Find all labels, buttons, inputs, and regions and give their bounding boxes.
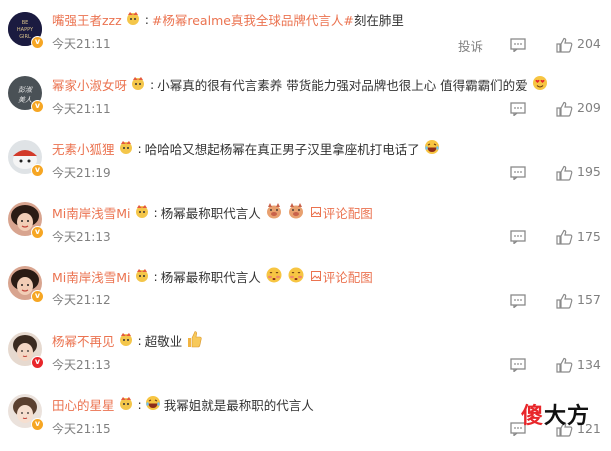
comment-time: 今天21:11: [52, 37, 111, 51]
comment-username[interactable]: 无素小狐狸: [52, 139, 115, 158]
like-count: 175: [577, 229, 601, 244]
verified-badge-icon: v: [31, 290, 44, 303]
thumbs-up-icon[interactable]: [556, 229, 573, 245]
comment-username[interactable]: 田心的星星: [52, 395, 115, 414]
crown-badge-icon: [130, 76, 146, 93]
watermark-char-red: 傻: [521, 404, 545, 429]
watermark-logo: 傻大方: [521, 398, 590, 430]
thumbs-up-emoji-icon: [186, 330, 202, 351]
comment-text: 超敬业: [144, 333, 183, 349]
comment-time: 今天21:11: [52, 102, 111, 116]
comment-line: 幂家小淑女呀 : 小幂真的很有代言素养 带货能力强对品牌也很上心 值得霸霸们的爱: [52, 75, 548, 93]
like-count: 134: [577, 357, 601, 372]
comment-icon[interactable]: [510, 102, 526, 116]
comment-separator: :: [144, 11, 149, 27]
comment-text: 杨幂最称职代言人: [160, 205, 261, 221]
comment-text: 我幂姐就是最称职的代言人: [163, 397, 314, 413]
svg-text:美人: 美人: [18, 96, 32, 104]
comment-item: v 无素小狐狸 : 哈哈哈又想起杨幂在真正男子汉里拿座机打电话了 今天21:19…: [0, 128, 611, 192]
comment-icon[interactable]: [510, 294, 526, 308]
image-icon: [310, 207, 321, 217]
svg-text:GIRL: GIRL: [19, 34, 31, 40]
comment-time: 今天21:19: [52, 166, 111, 180]
comment-text: 小幂真的很有代言素养 带货能力强对品牌也很上心 值得霸霸们的爱: [157, 77, 528, 93]
comment-icon[interactable]: [510, 358, 526, 372]
laughing-emoji-icon: [424, 139, 440, 158]
comment-line: 杨幂不再见 : 超敬业: [52, 330, 202, 351]
comment-line: Mi南岸浅雪Mi : 杨幂最称职代言人 评论配图: [52, 202, 373, 223]
svg-text:彭淑: 彭淑: [18, 86, 33, 94]
like-count: 157: [577, 292, 601, 307]
comment-line: 无素小狐狸 : 哈哈哈又想起杨幂在真正男子汉里拿座机打电话了: [52, 139, 440, 157]
comment-item: v Mi南岸浅雪Mi : 杨幂最称职代言人 评论配图 今天21:13 175: [0, 192, 611, 256]
comment-time: 今天21:13: [52, 358, 111, 372]
verified-badge-icon: v: [31, 356, 44, 369]
pig-emoji-icon: [287, 202, 305, 223]
shy-emoji-icon: [287, 266, 305, 287]
comment-line: 田心的星星 : 我幂姐就是最称职的代言人: [52, 395, 314, 413]
crown-badge-icon: [118, 140, 134, 157]
verified-badge-icon: v: [31, 164, 44, 177]
topic-link[interactable]: #杨幂realme真我全球品牌代言人#: [152, 10, 354, 29]
comment-icon[interactable]: [510, 230, 526, 244]
comment-item: v 田心的星星 : 我幂姐就是最称职的代言人 今天21:15 121: [0, 384, 611, 448]
verified-badge-icon: v: [31, 226, 44, 239]
svg-text:HAPPY: HAPPY: [17, 27, 34, 33]
comment-item: 彭淑美人 v 幂家小淑女呀 : 小幂真的很有代言素养 带货能力强对品牌也很上心 …: [0, 64, 611, 128]
comment-time: 今天21:12: [52, 293, 111, 307]
verified-badge-icon: v: [31, 36, 44, 49]
heart-eyes-emoji-icon: [532, 75, 548, 94]
like-count: 209: [577, 100, 601, 115]
comment-text: 哈哈哈又想起杨幂在真正男子汉里拿座机打电话了: [144, 141, 420, 157]
image-icon: [310, 271, 321, 281]
comment-username[interactable]: 杨幂不再见: [52, 331, 115, 350]
comment-time: 今天21:15: [52, 422, 111, 436]
thumbs-up-icon[interactable]: [556, 165, 573, 181]
comment-icon[interactable]: [510, 38, 526, 52]
comment-separator: :: [137, 396, 142, 412]
like-count: 204: [577, 36, 601, 51]
thumbs-up-icon[interactable]: [556, 101, 573, 117]
comment-image-label: 评论配图: [322, 205, 373, 221]
comment-line: Mi南岸浅雪Mi : 杨幂最称职代言人 评论配图: [52, 267, 373, 285]
watermark-chars-black: 大方: [544, 404, 591, 429]
laughing-emoji-icon: [145, 395, 161, 414]
comment-separator: :: [137, 332, 142, 348]
pig-emoji-icon: [265, 202, 283, 223]
comment-separator: :: [153, 204, 158, 220]
comment-username[interactable]: 幂家小淑女呀: [52, 75, 127, 94]
comment-image-link[interactable]: 评论配图: [310, 203, 373, 222]
comment-username[interactable]: 嘴强王者zzz: [52, 10, 122, 29]
verified-badge-icon: v: [31, 418, 44, 431]
comment-item: v 杨幂不再见 : 超敬业 今天21:13 134: [0, 320, 611, 384]
comment-separator: :: [153, 268, 158, 284]
comment-time: 今天21:13: [52, 230, 111, 244]
comment-image-link[interactable]: 评论配图: [310, 267, 373, 286]
thumbs-up-icon[interactable]: [556, 357, 573, 373]
crown-badge-icon: [134, 204, 150, 221]
comment-icon[interactable]: [510, 166, 526, 180]
comment-username[interactable]: Mi南岸浅雪Mi: [52, 267, 131, 286]
verified-badge-icon: v: [31, 100, 44, 113]
comment-separator: :: [137, 140, 142, 156]
crown-badge-icon: [118, 396, 134, 413]
comment-text: 刻在肺里: [353, 12, 404, 28]
shy-emoji-icon: [265, 266, 283, 287]
comment-username[interactable]: Mi南岸浅雪Mi: [52, 203, 131, 222]
report-button[interactable]: 投诉: [458, 36, 483, 55]
thumbs-up-icon[interactable]: [556, 37, 573, 53]
svg-text:BE: BE: [22, 20, 29, 26]
like-count: 195: [577, 164, 601, 179]
comment-text: 杨幂最称职代言人: [160, 269, 261, 285]
comment-item: v Mi南岸浅雪Mi : 杨幂最称职代言人 评论配图 今天21:12 157: [0, 256, 611, 320]
thumbs-up-icon[interactable]: [556, 293, 573, 309]
crown-badge-icon: [118, 332, 134, 349]
comment-line: 嘴强王者zzz : #杨幂realme真我全球品牌代言人# 刻在肺里: [52, 10, 404, 28]
crown-badge-icon: [125, 11, 141, 28]
crown-badge-icon: [134, 268, 150, 285]
comment-item: BE HAPPY GIRL v 嘴强王者zzz : #杨幂realme真我全球品…: [0, 0, 611, 64]
comment-separator: :: [150, 76, 155, 92]
comment-image-label: 评论配图: [322, 269, 373, 285]
